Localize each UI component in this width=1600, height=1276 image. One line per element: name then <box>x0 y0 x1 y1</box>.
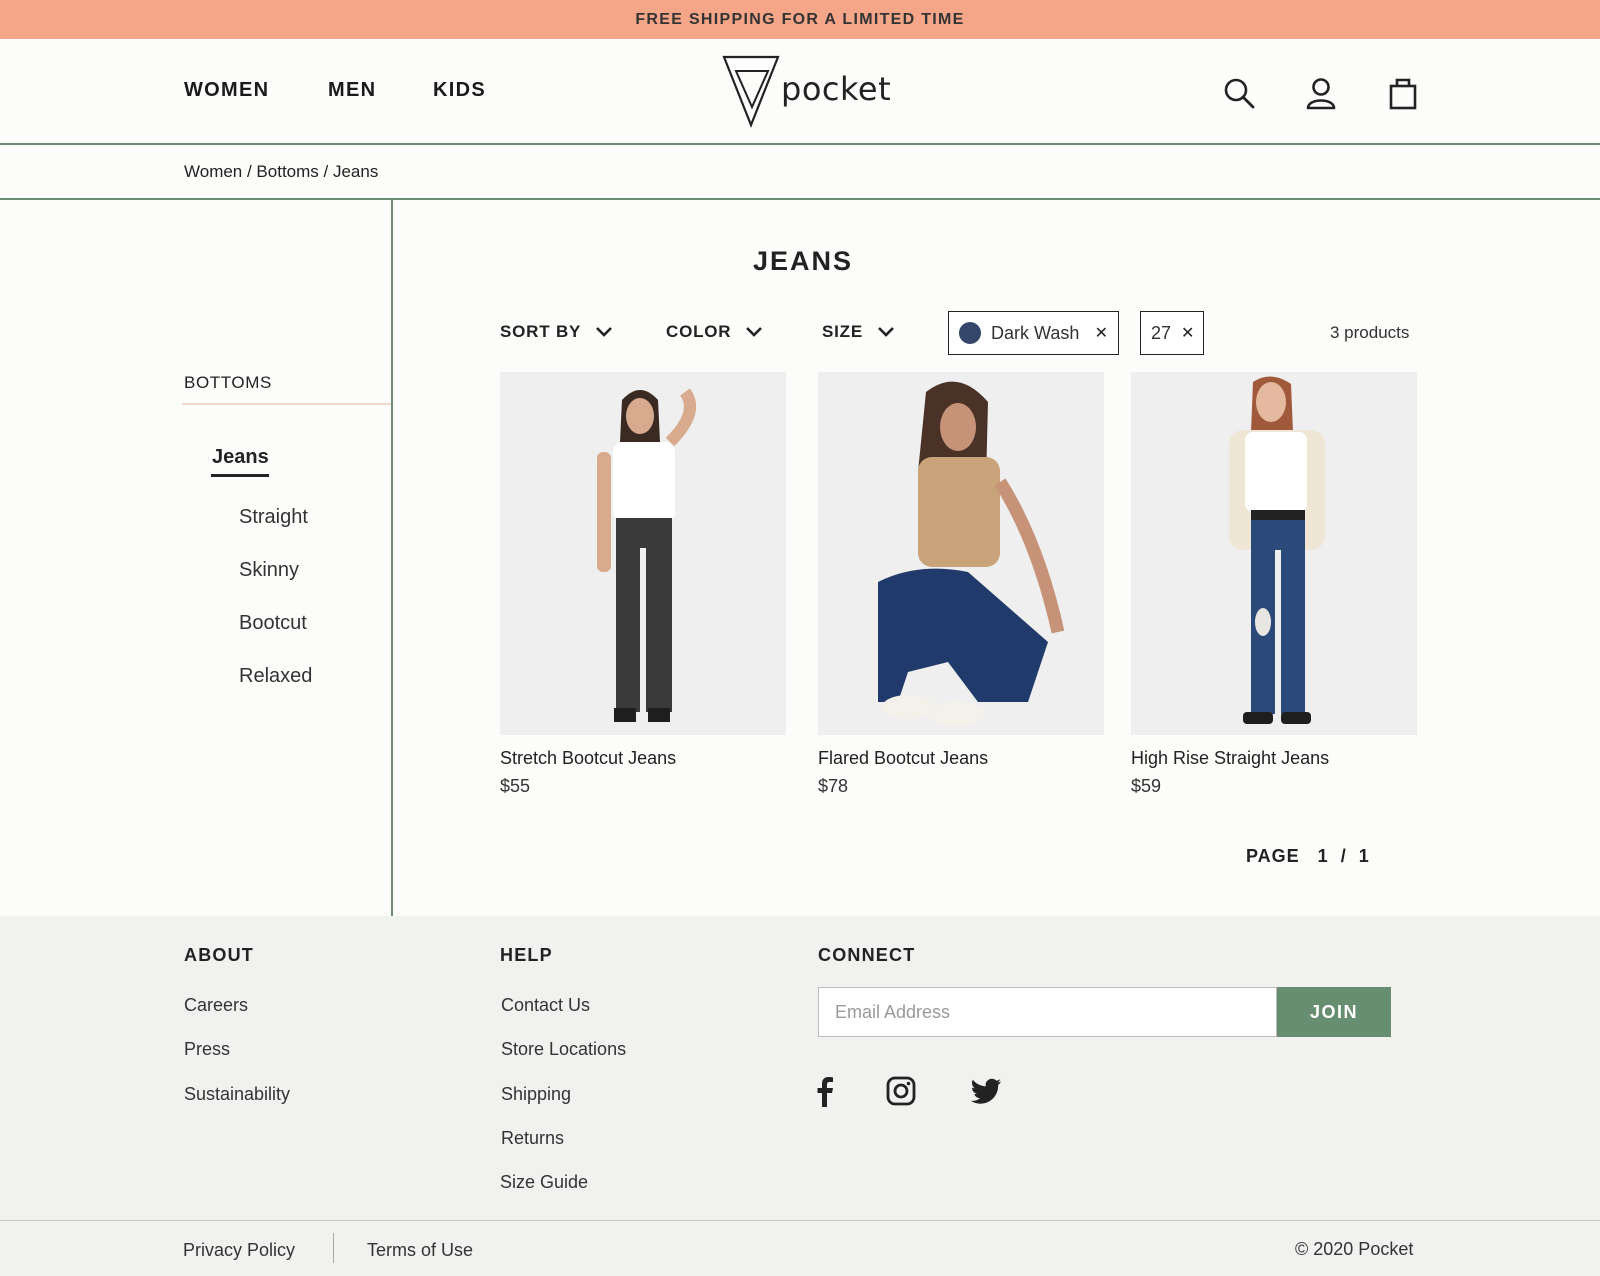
instagram-icon[interactable] <box>884 1074 918 1108</box>
size-label: SIZE <box>822 322 863 341</box>
account-icon[interactable] <box>1304 76 1338 110</box>
pagination: PAGE 1 / 1 <box>1246 846 1370 866</box>
search-icon[interactable] <box>1222 76 1256 110</box>
logo-text: pocket <box>781 70 892 108</box>
promo-text: FREE SHIPPING FOR A LIMITED TIME <box>635 10 965 28</box>
terms-of-use-link[interactable]: Terms of Use <box>367 1240 473 1261</box>
chevron-down-icon <box>596 327 613 337</box>
product-price: $78 <box>818 776 849 796</box>
footer-link-returns[interactable]: Returns <box>501 1128 564 1149</box>
sidebar-item-jeans[interactable]: Jeans <box>212 446 269 469</box>
chevron-down-icon <box>878 327 894 337</box>
email-input[interactable] <box>818 987 1277 1037</box>
sidebar-item-bootcut[interactable]: Bootcut <box>239 612 307 635</box>
footer-link-sustainability[interactable]: Sustainability <box>184 1084 290 1105</box>
twitter-icon[interactable] <box>969 1074 1003 1108</box>
chevron-down-icon <box>746 327 763 337</box>
chip-label: 27 <box>1151 322 1172 343</box>
footer-heading-help: HELP <box>500 945 553 965</box>
page-title: JEANS <box>753 246 854 276</box>
color-swatch <box>959 322 981 344</box>
logo-mark-icon <box>722 55 780 128</box>
product-image[interactable] <box>1131 372 1417 735</box>
sort-by-dropdown[interactable]: SORT BY <box>500 322 613 342</box>
facebook-icon[interactable] <box>808 1074 842 1108</box>
product-image[interactable] <box>818 372 1104 735</box>
cart-icon[interactable] <box>1386 76 1420 110</box>
footer-divider <box>0 1220 1600 1221</box>
model-photo <box>500 372 786 735</box>
filter-chip-size-27[interactable]: 27 ✕ <box>1140 311 1204 355</box>
model-photo <box>1131 372 1417 735</box>
breadcrumb[interactable]: Women / Bottoms / Jeans <box>184 162 378 182</box>
filter-chip-dark-wash[interactable]: Dark Wash ✕ <box>948 311 1119 355</box>
join-button[interactable]: JOIN <box>1277 987 1391 1037</box>
promo-banner: FREE SHIPPING FOR A LIMITED TIME <box>0 0 1600 39</box>
close-icon[interactable]: ✕ <box>1095 323 1108 343</box>
close-icon[interactable]: ✕ <box>1181 323 1194 343</box>
link-separator <box>333 1233 334 1263</box>
footer-link-shipping[interactable]: Shipping <box>501 1084 571 1105</box>
footer-link-store-locations[interactable]: Store Locations <box>501 1039 626 1060</box>
nav-women[interactable]: WOMEN <box>184 79 269 102</box>
privacy-policy-link[interactable]: Privacy Policy <box>183 1240 295 1261</box>
product-count: 3 products <box>1330 323 1410 342</box>
sidebar-item-skinny[interactable]: Skinny <box>239 559 299 582</box>
copyright: © 2020 Pocket <box>1295 1239 1414 1259</box>
product-price: $55 <box>500 776 531 796</box>
footer-link-careers[interactable]: Careers <box>184 995 248 1016</box>
footer-heading-about: ABOUT <box>184 945 254 965</box>
sidebar-divider <box>391 200 393 916</box>
sidebar-heading-rule <box>182 403 391 405</box>
color-dropdown[interactable]: COLOR <box>666 322 763 342</box>
product-name[interactable]: Flared Bootcut Jeans <box>818 748 988 769</box>
sidebar-heading[interactable]: BOTTOMS <box>184 373 272 393</box>
active-underline <box>211 474 269 477</box>
product-image[interactable] <box>500 372 786 735</box>
nav-kids[interactable]: KIDS <box>433 79 486 102</box>
footer-heading-connect: CONNECT <box>818 945 916 965</box>
footer-link-contact-us[interactable]: Contact Us <box>501 995 590 1016</box>
product-price: $59 <box>1131 776 1162 796</box>
model-photo <box>818 372 1104 735</box>
sort-by-label: SORT BY <box>500 322 582 341</box>
footer-link-size-guide[interactable]: Size Guide <box>500 1172 588 1193</box>
chip-label: Dark Wash <box>991 322 1080 343</box>
nav-men[interactable]: MEN <box>328 79 376 102</box>
size-dropdown[interactable]: SIZE <box>822 322 895 342</box>
color-label: COLOR <box>666 322 732 341</box>
product-name[interactable]: High Rise Straight Jeans <box>1131 748 1329 769</box>
sidebar-item-straight[interactable]: Straight <box>239 506 308 529</box>
sidebar-item-relaxed[interactable]: Relaxed <box>239 665 312 688</box>
footer-link-press[interactable]: Press <box>184 1039 230 1060</box>
product-name[interactable]: Stretch Bootcut Jeans <box>500 748 676 769</box>
